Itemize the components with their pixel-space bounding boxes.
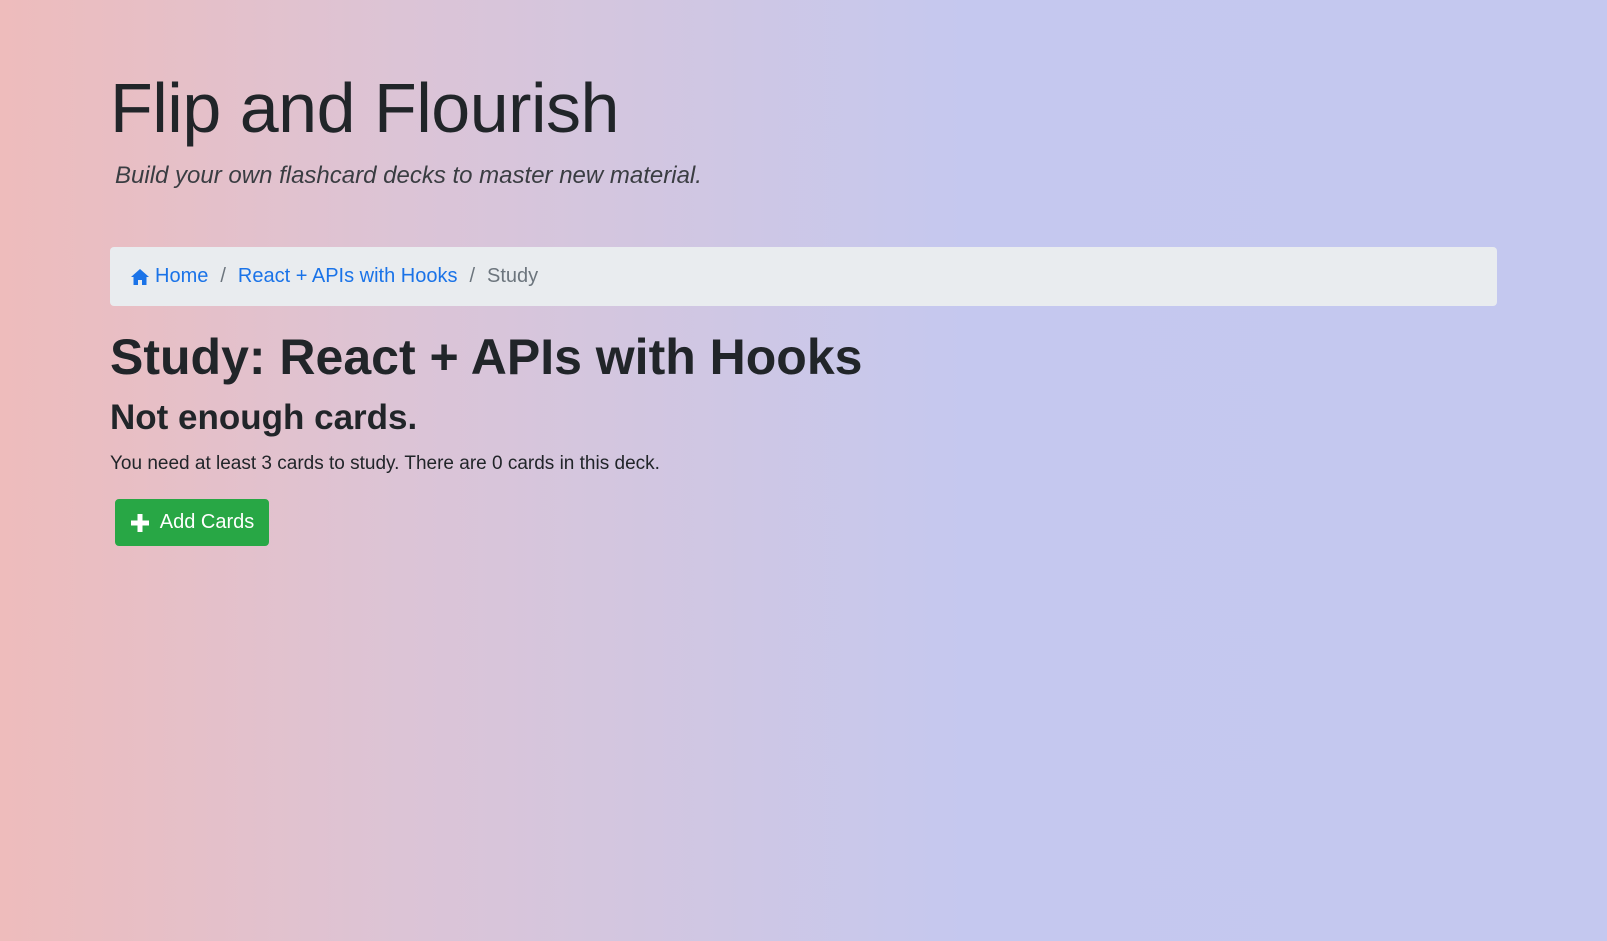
breadcrumb-separator: / <box>220 265 226 287</box>
not-enough-cards-heading: Not enough cards. <box>110 398 418 437</box>
home-icon <box>130 267 150 287</box>
page-title: Study: React + APIs with Hooks <box>110 329 863 385</box>
add-cards-label: Add Cards <box>159 511 255 533</box>
plus-icon <box>130 513 150 533</box>
not-enough-cards-message: You need at least 3 cards to study. Ther… <box>110 453 660 474</box>
breadcrumb-separator: / <box>469 265 476 287</box>
app-title: Flip and Flourish <box>110 69 619 147</box>
breadcrumb: Home / React + APIs with Hooks / Study <box>110 247 1497 306</box>
breadcrumb-current: Study <box>487 265 539 287</box>
app-subtitle: Build your own flashcard decks to master… <box>115 162 702 189</box>
breadcrumb-home-label: Home <box>155 265 209 287</box>
breadcrumb-deck-link[interactable]: React + APIs with Hooks <box>238 265 458 288</box>
add-cards-button[interactable]: Add Cards <box>115 499 269 546</box>
breadcrumb-home-link[interactable]: Home <box>130 265 208 288</box>
